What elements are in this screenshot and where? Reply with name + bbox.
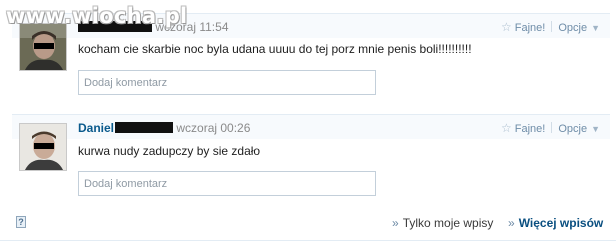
avatar-photo [20, 24, 66, 70]
censor-bar [115, 122, 174, 133]
like-label: Fajne! [514, 22, 546, 34]
options-button[interactable]: Opcje ▼ [558, 22, 600, 34]
comment-input[interactable]: Dodaj komentarz [78, 70, 376, 95]
watermark-logo: www.wiocha.pl [6, 4, 188, 28]
like-button[interactable]: ☆ Fajne! [501, 121, 545, 135]
like-label: Fajne! [514, 123, 546, 135]
help-icon[interactable]: ? [16, 216, 26, 228]
more-posts-link[interactable]: » Więcej wpisów [508, 216, 603, 230]
star-icon: ☆ [500, 20, 512, 34]
post-actions: ☆ Fajne! Opcje ▼ [501, 20, 600, 34]
avatar[interactable] [19, 123, 67, 171]
divider [0, 240, 616, 241]
options-button[interactable]: Opcje ▼ [558, 123, 600, 135]
options-label: Opcje [558, 123, 588, 135]
star-icon: ☆ [500, 121, 512, 135]
wall-post: Daniel wczoraj 00:26 ☆ Fajne! Opcje ▼ kurwa… [12, 114, 610, 206]
divider [551, 21, 553, 32]
avatar[interactable] [19, 23, 67, 71]
post-timestamp: wczoraj 00:26 [176, 121, 251, 135]
avatar-photo [20, 124, 66, 170]
post-actions: ☆ Fajne! Opcje ▼ [501, 121, 600, 135]
wall-footer: ? » Tylko moje wpisy » Więcej wpisów [12, 212, 610, 234]
post-text: kocham cie skarbie noc byla udana uuuu d… [78, 42, 472, 56]
more-posts-label: Więcej wpisów [518, 216, 604, 230]
post-meta: Daniel wczoraj 00:26 [78, 121, 250, 135]
own-posts-label: Tylko moje wpisy [402, 216, 494, 230]
post-text: kurwa nudy zadupczy by sie zdało [78, 144, 261, 158]
like-button[interactable]: ☆ Fajne! [501, 20, 545, 34]
divider [551, 122, 553, 133]
comment-input[interactable]: Dodaj komentarz [78, 171, 376, 196]
chevron-down-icon: ▼ [591, 23, 600, 33]
author-name[interactable]: Daniel [78, 121, 114, 135]
own-posts-link[interactable]: » Tylko moje wpisy [392, 216, 493, 230]
chevron-right-icon: » [508, 216, 515, 230]
options-label: Opcje [558, 22, 588, 34]
chevron-right-icon: » [392, 216, 399, 230]
chevron-down-icon: ▼ [591, 124, 600, 134]
